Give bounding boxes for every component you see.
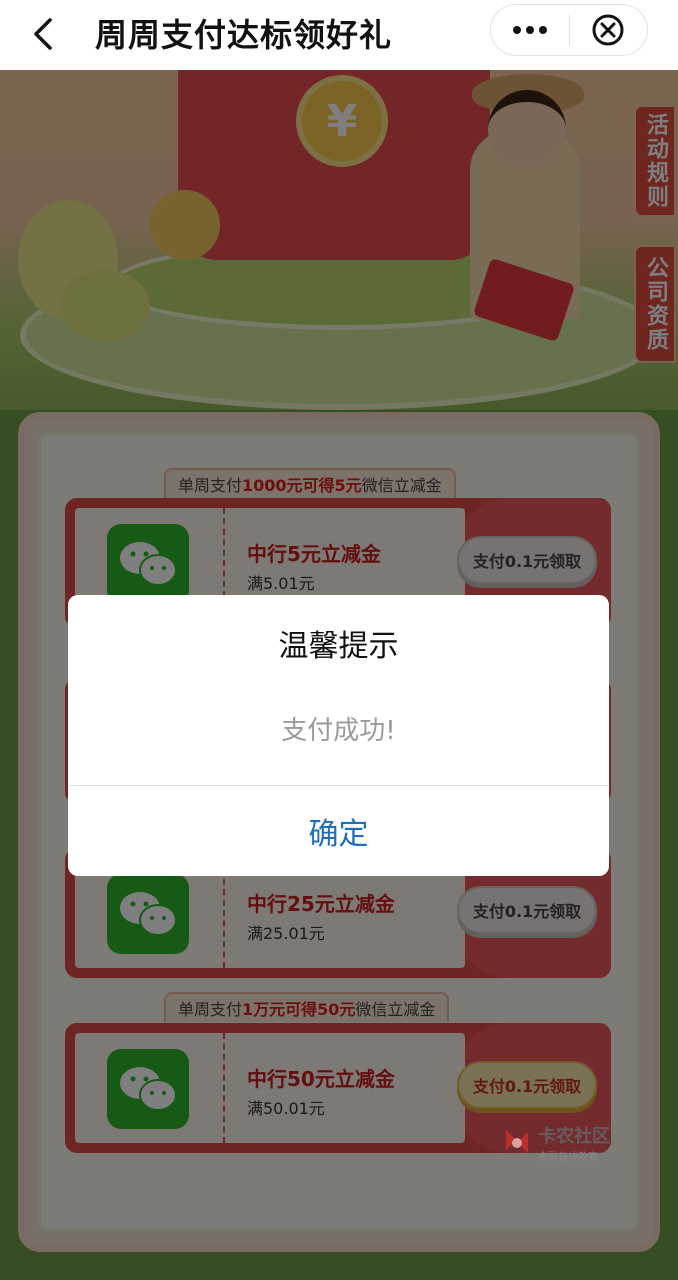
dialog-title: 温馨提示	[278, 629, 399, 664]
close-circle-icon[interactable]	[570, 4, 648, 56]
confirm-button[interactable]: 确定	[68, 786, 609, 876]
alert-dialog: 温馨提示 支付成功! 确定	[68, 595, 609, 876]
nav-bar: 周周支付达标领好礼	[0, 0, 678, 70]
kanong-logo-icon	[500, 1126, 534, 1160]
mini-program-capsule	[490, 4, 648, 56]
back-arrow-icon[interactable]	[22, 14, 62, 54]
watermark-logo: 卡农社区 金融在线教育	[500, 1122, 610, 1163]
page-title: 周周支付达标领好礼	[95, 16, 393, 54]
more-dots-icon[interactable]	[491, 4, 569, 56]
watermark-subtitle: 金融在线教育	[538, 1152, 598, 1163]
watermark-text: 卡农社区 金融在线教育	[538, 1122, 610, 1163]
watermark-title: 卡农社区	[538, 1126, 610, 1147]
dialog-message: 支付成功!	[281, 716, 396, 746]
